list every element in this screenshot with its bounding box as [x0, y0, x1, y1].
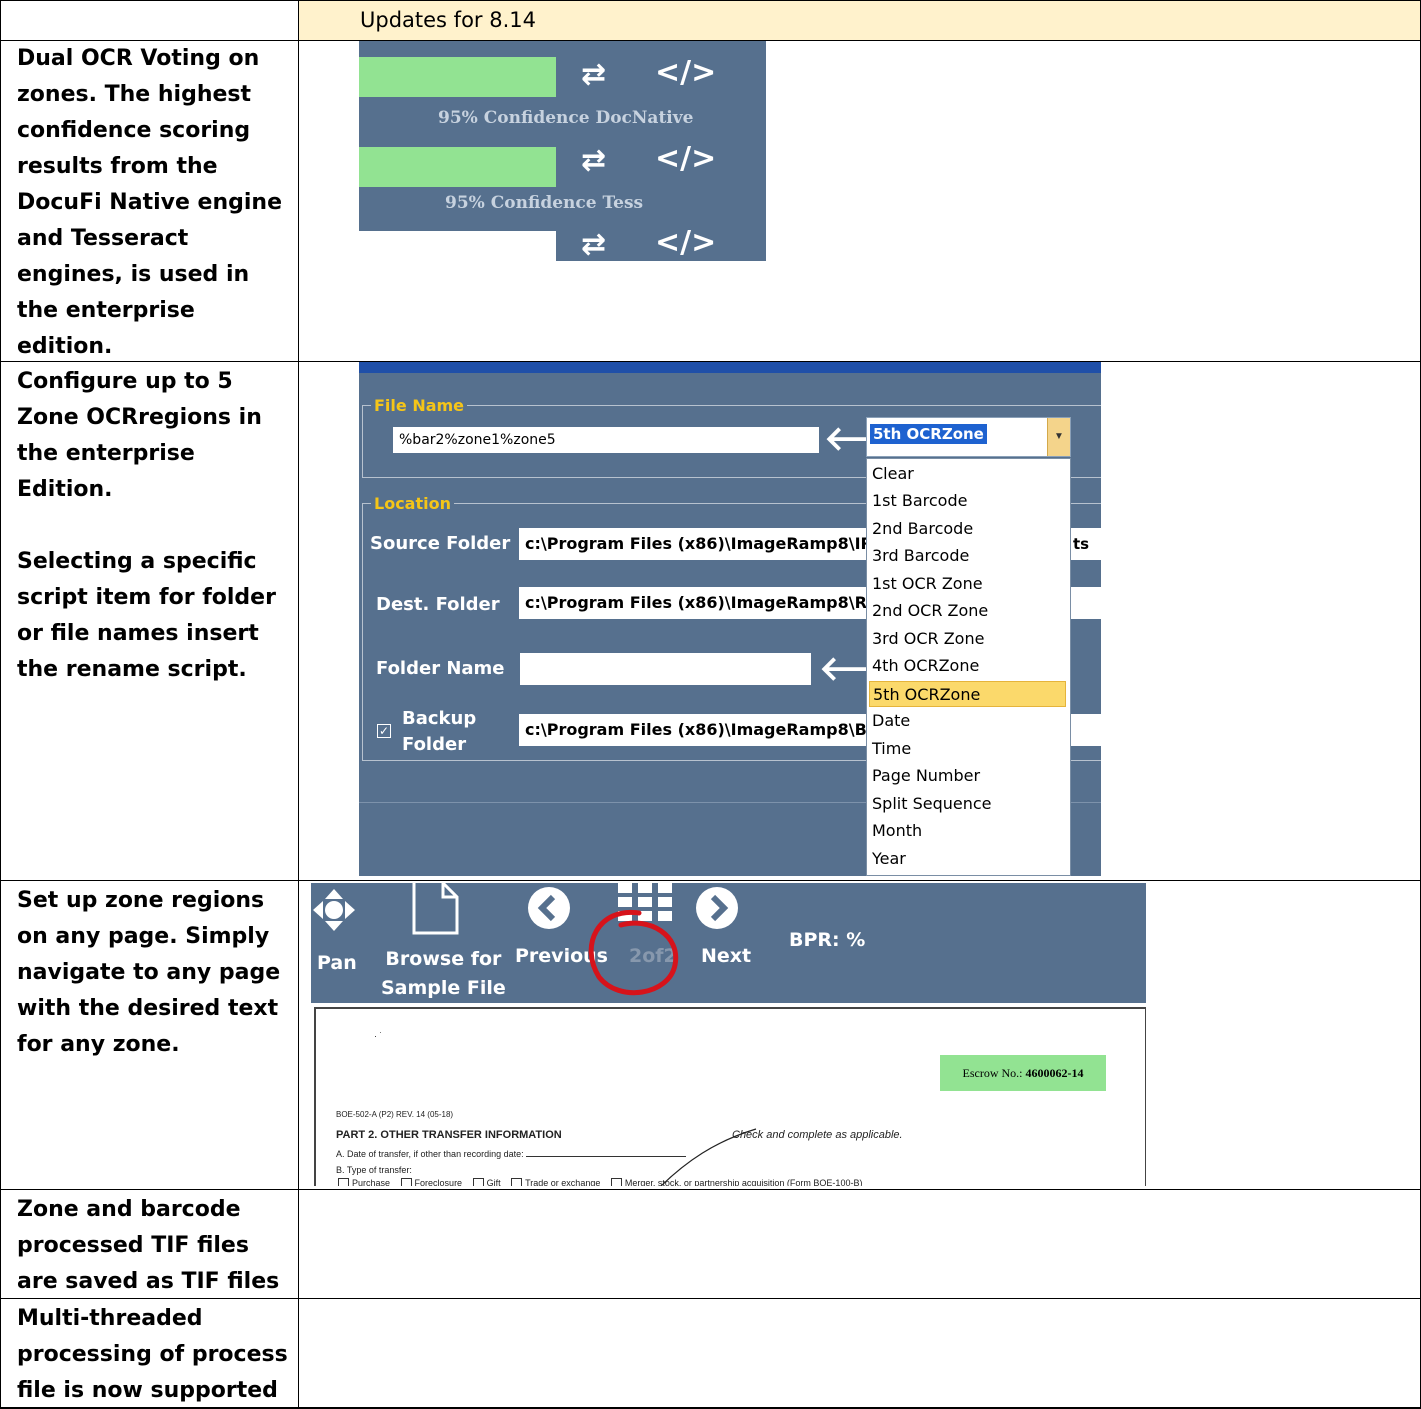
row-4-description: Zone and barcode processed TIF files are… — [17, 1197, 280, 1294]
confidence-label-tesseract: 95% Confidence Tess — [445, 193, 644, 213]
toolbar: Pan Browse for Sample File Previous 2of2… — [311, 883, 1146, 1003]
swap-icon[interactable]: ⇄ — [581, 227, 606, 261]
backup-checkbox[interactable]: ✓ — [377, 724, 391, 738]
dropdown-item-5th-ocr-zone[interactable]: 5th OCRZone — [869, 681, 1066, 707]
dest-folder-label: Dest. Folder — [376, 594, 500, 615]
navigation-toolbar-panel: Pan Browse for Sample File Previous 2of2… — [311, 883, 1146, 1186]
dropdown-item-1st-ocr-zone[interactable]: 1st OCR Zone — [869, 571, 1066, 597]
document-icon[interactable] — [411, 883, 461, 935]
dropdown-item-2nd-ocr-zone[interactable]: 2nd OCR Zone — [869, 598, 1066, 624]
doc-form-number: BOE-502-A (P2) REV. 14 (05-18) — [336, 1110, 454, 1119]
dropdown-item-clear[interactable]: Clear — [869, 461, 1066, 487]
file-naming-dialog: File Name %bar2%zone1%zone5 🡐 Location S… — [359, 362, 1101, 876]
ocr-confidence-panel: ⇄ </> 95% Confidence DocNative ⇄ </> 95%… — [359, 41, 766, 261]
confidence-label-docnative: 95% Confidence DocNative — [438, 108, 694, 128]
file-name-legend: File Name — [371, 396, 468, 415]
previous-icon[interactable] — [526, 885, 572, 931]
confidence-bar-next — [359, 231, 556, 261]
row-divider — [0, 880, 1421, 881]
source-folder-label: Source Folder — [370, 533, 511, 554]
doc-heading: PART 2. OTHER TRANSFER INFORMATION — [336, 1129, 562, 1141]
pan-icon[interactable] — [311, 887, 357, 933]
chevron-down-icon[interactable]: ▼ — [1047, 418, 1070, 456]
row-divider — [0, 0, 1421, 1]
doc-speck: · ˙ — [374, 1031, 383, 1041]
confidence-bar-tesseract — [359, 147, 556, 187]
swap-icon[interactable]: ⇄ — [581, 143, 606, 178]
dropdown-item-3rd-ocr-zone[interactable]: 3rd OCR Zone — [869, 626, 1066, 652]
sample-document-preview: · ˙ Escrow No.: 4600062-14 BOE-502-A (P2… — [314, 1007, 1146, 1186]
row-5-description: Multi-threaded processing of process fil… — [17, 1306, 288, 1403]
bpr-label: BPR: % — [789, 929, 866, 951]
dropdown-item-year[interactable]: Year — [869, 846, 1066, 872]
code-icon[interactable]: </> — [655, 225, 716, 260]
doc-line-b: B. Type of transfer: — [336, 1165, 412, 1175]
dropdown-item-3rd-barcode[interactable]: 3rd Barcode — [869, 543, 1066, 569]
browse-sample-file-button[interactable]: Browse for Sample File — [381, 945, 506, 1003]
pan-button-label[interactable]: Pan — [317, 952, 357, 974]
doc-line-a: A. Date of transfer, if other than recor… — [336, 1149, 687, 1159]
table-header-title: Updates for 8.14 — [360, 8, 536, 32]
table-border-left — [0, 0, 1, 1409]
dropdown-item-date[interactable]: Date — [869, 708, 1066, 734]
confidence-bar-docnative — [359, 57, 556, 97]
row-2-description: Configure up to 5 Zone OCRregions in the… — [17, 369, 276, 682]
location-legend: Location — [371, 494, 454, 513]
dropdown-item-month[interactable]: Month — [869, 818, 1066, 844]
doc-transfer-options: Purchase Foreclosure Gift Trade or excha… — [330, 1178, 862, 1186]
backup-label: Backup Folder — [402, 708, 477, 755]
folder-name-label: Folder Name — [376, 658, 505, 679]
row-3-description: Set up zone regions on any page. Simply … — [17, 888, 281, 1057]
swap-icon[interactable]: ⇄ — [581, 57, 606, 92]
dropdown-item-4th-ocr-zone[interactable]: 4th OCRZone — [869, 653, 1066, 679]
code-icon[interactable]: </> — [655, 55, 716, 90]
file-name-input[interactable]: %bar2%zone1%zone5 — [393, 427, 819, 453]
folder-name-input[interactable] — [520, 653, 811, 685]
script-item-dropdown: Clear 1st Barcode 2nd Barcode 3rd Barcod… — [866, 458, 1071, 876]
dropdown-item-2nd-barcode[interactable]: 2nd Barcode — [869, 516, 1066, 542]
dialog-title-bar — [359, 362, 1101, 373]
source-folder-tail: ts — [1073, 535, 1090, 553]
dropdown-item-time[interactable]: Time — [869, 736, 1066, 762]
code-icon[interactable]: </> — [655, 141, 716, 176]
dropdown-item-1st-barcode[interactable]: 1st Barcode — [869, 488, 1066, 514]
next-icon[interactable] — [694, 885, 740, 931]
column-divider — [298, 0, 299, 1409]
dropdown-item-split-sequence[interactable]: Split Sequence — [869, 791, 1066, 817]
combo-selected-value: 5th OCRZone — [870, 424, 987, 444]
red-circle-annotation — [588, 909, 679, 996]
script-item-combobox[interactable]: 5th OCRZone ▼ — [866, 417, 1071, 457]
escrow-zone-highlight: Escrow No.: 4600062-14 — [940, 1055, 1106, 1091]
row-1-description: Dual OCR Voting on zones. The highest co… — [17, 46, 282, 359]
dropdown-item-page-number[interactable]: Page Number — [869, 763, 1066, 789]
next-button-label[interactable]: Next — [701, 945, 751, 967]
row-divider — [0, 1189, 1421, 1190]
doc-pen-stroke — [660, 1128, 757, 1186]
